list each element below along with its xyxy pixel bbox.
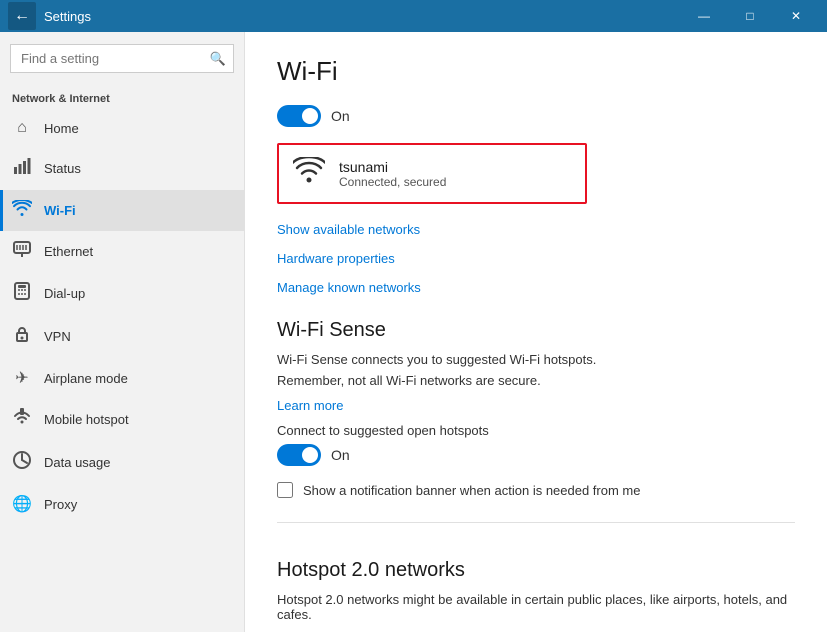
app-body: 🔍 Network & Internet ⌂ Home Status <box>0 32 827 632</box>
sidebar-item-label-dialup: Dial-up <box>44 286 85 301</box>
show-networks-link[interactable]: Show available networks <box>277 218 420 241</box>
maximize-button[interactable]: □ <box>727 0 773 32</box>
notification-checkbox[interactable] <box>277 482 293 498</box>
vpn-icon <box>12 325 32 348</box>
sidebar-item-status[interactable]: Status <box>0 147 244 190</box>
sidebar-item-label-ethernet: Ethernet <box>44 244 93 259</box>
sidebar-item-mobilehotspot[interactable]: Mobile hotspot <box>0 398 244 441</box>
sidebar-item-label-vpn: VPN <box>44 329 71 344</box>
network-card[interactable]: tsunami Connected, secured <box>277 143 587 204</box>
wifi-sense-title: Wi-Fi Sense <box>277 319 795 342</box>
titlebar: ← Settings — □ ✕ <box>0 0 827 32</box>
sidebar-item-label-home: Home <box>44 121 79 136</box>
search-input[interactable] <box>10 44 234 73</box>
manage-networks-link[interactable]: Manage known networks <box>277 276 421 299</box>
proxy-icon: 🌐 <box>12 494 32 514</box>
search-container: 🔍 <box>10 44 234 73</box>
hotspot20-desc: Hotspot 2.0 networks might be available … <box>277 592 795 622</box>
page-title: Wi-Fi <box>277 56 795 87</box>
dialup-icon <box>12 282 32 305</box>
sidebar-item-label-airplane: Airplane mode <box>44 371 128 386</box>
search-icon: 🔍 <box>210 51 226 67</box>
wifi-sense-desc1: Wi-Fi Sense connects you to suggested Wi… <box>277 352 795 367</box>
hotspot20-section: Hotspot 2.0 networks Hotspot 2.0 network… <box>277 522 795 632</box>
sidebar-item-label-status: Status <box>44 161 81 176</box>
suggested-toggle[interactable] <box>277 444 321 466</box>
sidebar: 🔍 Network & Internet ⌂ Home Status <box>0 32 245 632</box>
sidebar-item-label-proxy: Proxy <box>44 497 77 512</box>
sidebar-item-ethernet[interactable]: Ethernet <box>0 231 244 272</box>
wifi-sense-desc2: Remember, not all Wi-Fi networks are sec… <box>277 373 795 388</box>
sidebar-item-label-datausage: Data usage <box>44 455 111 470</box>
hotspot20-title: Hotspot 2.0 networks <box>277 559 795 582</box>
app-title: Settings <box>44 9 91 24</box>
hardware-properties-link[interactable]: Hardware properties <box>277 247 395 270</box>
main-content: Wi-Fi On tsunami Connected, secured <box>245 32 827 632</box>
sidebar-item-label-wifi: Wi-Fi <box>44 203 76 218</box>
network-info: tsunami Connected, secured <box>339 159 446 189</box>
learn-more-link[interactable]: Learn more <box>277 394 343 417</box>
wifi-toggle[interactable] <box>277 105 321 127</box>
status-icon <box>12 157 32 180</box>
sidebar-item-airplane[interactable]: ✈ Airplane mode <box>0 358 244 398</box>
suggested-toggle-row: On <box>277 444 795 466</box>
sidebar-item-dialup[interactable]: Dial-up <box>0 272 244 315</box>
close-button[interactable]: ✕ <box>773 0 819 32</box>
mobile-hotspot-icon <box>12 408 32 431</box>
airplane-icon: ✈ <box>12 368 32 388</box>
back-button[interactable]: ← <box>8 2 36 30</box>
connect-suggested-label: Connect to suggested open hotspots <box>277 423 795 438</box>
sidebar-item-vpn[interactable]: VPN <box>0 315 244 358</box>
network-wifi-icon <box>293 157 325 190</box>
wifi-toggle-label: On <box>331 108 350 124</box>
sidebar-item-home[interactable]: ⌂ Home <box>0 109 244 147</box>
sidebar-item-datausage[interactable]: Data usage <box>0 441 244 484</box>
notification-checkbox-row: Show a notification banner when action i… <box>277 482 795 498</box>
ethernet-icon <box>12 241 32 262</box>
datausage-icon <box>12 451 32 474</box>
notification-label: Show a notification banner when action i… <box>303 483 640 498</box>
minimize-button[interactable]: — <box>681 0 727 32</box>
network-status: Connected, secured <box>339 175 446 189</box>
sidebar-item-wifi[interactable]: Wi-Fi <box>0 190 244 231</box>
wifi-icon <box>12 200 32 221</box>
sidebar-item-label-mobilehotspot: Mobile hotspot <box>44 412 129 427</box>
home-icon: ⌂ <box>12 119 32 137</box>
sidebar-section-label: Network & Internet <box>0 85 244 109</box>
suggested-toggle-label: On <box>331 447 350 463</box>
network-name: tsunami <box>339 159 446 175</box>
window-controls: — □ ✕ <box>681 0 819 32</box>
wifi-toggle-row: On <box>277 105 795 127</box>
sidebar-item-proxy[interactable]: 🌐 Proxy <box>0 484 244 524</box>
